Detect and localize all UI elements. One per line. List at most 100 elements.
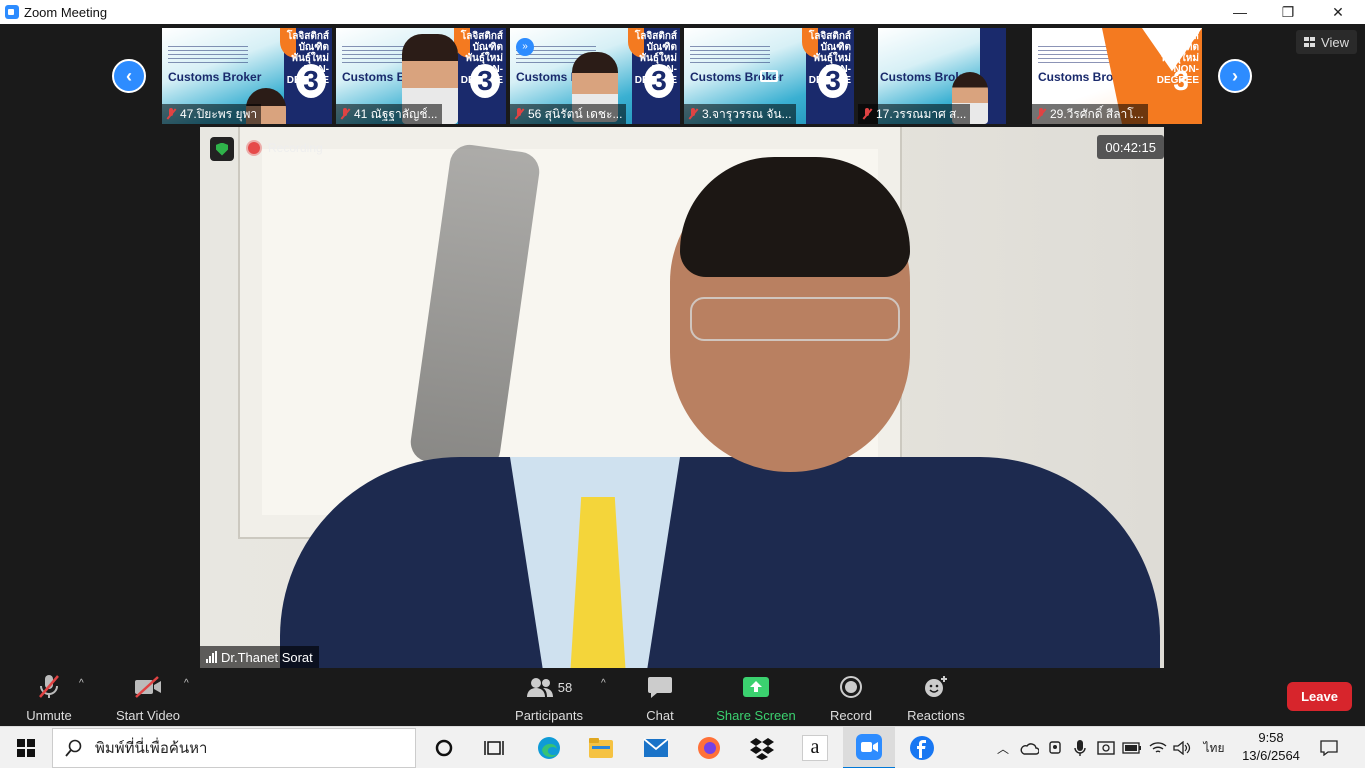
cortana-circle-icon [435, 739, 453, 757]
taskbar-clock[interactable]: 9:58 13/6/2564 [1232, 729, 1310, 767]
share-screen-label: Share Screen [716, 708, 796, 723]
recording-label: Recording [268, 141, 323, 155]
taskbar-mail[interactable] [630, 727, 682, 768]
encryption-shield-icon[interactable] [210, 137, 234, 161]
speaker-icon [1173, 741, 1191, 755]
signal-strength-icon [206, 651, 217, 663]
zoom-logo-icon [5, 5, 19, 19]
clock-time: 9:58 [1258, 730, 1284, 745]
mic-muted-icon [34, 672, 64, 702]
banner-round: 3 [644, 64, 674, 98]
active-speaker-video: Recording 00:42:15 Dr.Thanet Sorat [200, 127, 1164, 668]
chat-button[interactable]: Chat [642, 672, 678, 723]
participants-icon: 58 [519, 672, 579, 702]
task-view-icon [484, 741, 504, 755]
taskbar-amazon[interactable]: a [789, 727, 841, 768]
view-button[interactable]: View [1296, 30, 1357, 54]
amazon-icon: a [802, 735, 828, 761]
participant-name: 56 สุนิรัตน์ เดชะ... [528, 106, 623, 121]
participant-name-tag: 47.ปิยะพร ยุพา [162, 104, 262, 124]
taskbar-edge[interactable] [523, 727, 575, 768]
participant-name: 17.วรรณมาศ ส... [876, 106, 967, 121]
task-view-button[interactable] [468, 727, 520, 768]
participant-thumb[interactable]: Customs Broker โลจิสติกส์ บัณฑิตพันธุ์ให… [684, 28, 854, 124]
participants-options-caret[interactable]: ^ [601, 678, 606, 689]
speaker-name: Dr.Thanet Sorat [221, 649, 313, 665]
start-video-button[interactable]: Start Video [113, 672, 183, 723]
taskbar-firefox[interactable] [683, 727, 735, 768]
banner-round: 3 [470, 64, 500, 98]
banner-round: 3 [1173, 65, 1189, 96]
gallery-prev-button[interactable]: ‹ [112, 59, 146, 93]
record-icon [836, 672, 866, 702]
share-screen-button[interactable]: Share Screen [716, 672, 796, 723]
taskbar-dropbox[interactable] [736, 727, 788, 768]
taskbar-file-explorer[interactable] [575, 727, 627, 768]
participant-name: 47.ปิยะพร ยุพา [180, 106, 258, 121]
start-button[interactable] [0, 727, 52, 768]
banner-text-lines [1038, 46, 1118, 64]
screenshot-tray[interactable] [1094, 727, 1118, 768]
reactions-button[interactable]: Reactions [906, 672, 966, 723]
video-options-caret[interactable]: ^ [184, 678, 189, 689]
minimize-button[interactable]: — [1217, 0, 1263, 24]
cortana-button[interactable] [418, 727, 470, 768]
taskbar-facebook[interactable] [896, 727, 948, 768]
participant-name-tag: 17.วรรณมาศ ส... [858, 104, 971, 124]
grid-view-icon [1304, 37, 1316, 47]
banner-course: Customs Broker [168, 70, 262, 84]
camera-tray[interactable] [1044, 727, 1068, 768]
unmute-label: Unmute [26, 708, 72, 723]
restore-button[interactable]: ❐ [1265, 0, 1311, 24]
wifi-tray[interactable] [1146, 727, 1170, 768]
participant-thumb[interactable]: Customs Broker โลจิสติกส์ บัณฑิตพันธุ์ให… [336, 28, 506, 124]
language-indicator[interactable]: ไทย [1198, 727, 1230, 768]
zoom-app-icon [856, 734, 882, 760]
taskbar-zoom[interactable] [843, 727, 895, 768]
mic-muted-icon [1036, 108, 1046, 120]
microphone-tray[interactable] [1068, 727, 1092, 768]
audio-options-caret[interactable]: ^ [79, 678, 84, 689]
mic-muted-icon [688, 108, 698, 120]
microphone-icon [1074, 740, 1086, 756]
windows-taskbar: พิมพ์ที่นี่เพื่อค้นหา a ︿ ไทย 9:58 13/6/… [0, 726, 1365, 768]
taskbar-search-box[interactable]: พิมพ์ที่นี่เพื่อค้นหา [52, 728, 416, 768]
show-hidden-icons-button[interactable]: ︿ [992, 727, 1014, 768]
onedrive-tray[interactable] [1017, 727, 1041, 768]
folder-icon [589, 738, 613, 758]
close-button[interactable]: ✕ [1315, 0, 1361, 24]
meeting-control-bar: Unmute ^ Start Video ^ 58 Participants ^… [0, 668, 1365, 726]
participant-name: 3.จารุวรรณ จัน... [702, 106, 792, 121]
reactions-label: Reactions [907, 708, 965, 723]
participant-thumb[interactable]: Customs Broker 17.วรรณมาศ ส... [858, 28, 1006, 124]
spotlight-icon: » [516, 38, 534, 56]
edge-browser-icon [538, 737, 560, 759]
battery-tray[interactable] [1120, 727, 1144, 768]
participant-thumb[interactable]: Customs Broker โลจิสติกส์ บัณฑิตพันธุ์ให… [510, 28, 680, 124]
leave-button[interactable]: Leave [1287, 682, 1352, 711]
record-button[interactable]: Record [828, 672, 874, 723]
wifi-icon [1149, 742, 1167, 753]
participant-name: 41 ณัฐฐาลัญช์... [354, 106, 438, 121]
notification-icon [1320, 740, 1338, 756]
mic-muted-icon [514, 108, 524, 120]
recording-indicator: Recording [248, 141, 323, 155]
participants-button[interactable]: 58 Participants [513, 672, 585, 723]
volume-tray[interactable] [1170, 727, 1194, 768]
gallery-next-button[interactable]: › [1218, 59, 1252, 93]
mail-icon [643, 738, 669, 757]
banner-text-lines [690, 46, 770, 64]
participant-name-tag: 29.วีรศักดิ์ สีลาโ... [1032, 104, 1148, 124]
share-screen-icon [741, 672, 771, 702]
notifications-button[interactable] [1316, 727, 1342, 768]
meeting-stage: ‹ › View Customs Broker โลจิสติกส์ บัณฑิ… [0, 24, 1365, 668]
start-video-label: Start Video [115, 708, 181, 723]
unmute-button[interactable]: Unmute [24, 672, 74, 723]
participant-thumb[interactable]: Customs Broker โลจิสติกส์ บัณฑิตพันธุ์ให… [162, 28, 332, 124]
chevron-right-icon: › [1232, 65, 1238, 86]
windows-logo-icon [17, 739, 35, 757]
participant-thumb[interactable]: Customs Broker โลจิสติกส์ บัณฑิตพันธุ์ให… [1032, 28, 1202, 124]
battery-icon [1122, 742, 1141, 754]
participant-name-tag: 56 สุนิรัตน์ เดชะ... [510, 104, 627, 124]
firefox-icon [698, 737, 720, 759]
